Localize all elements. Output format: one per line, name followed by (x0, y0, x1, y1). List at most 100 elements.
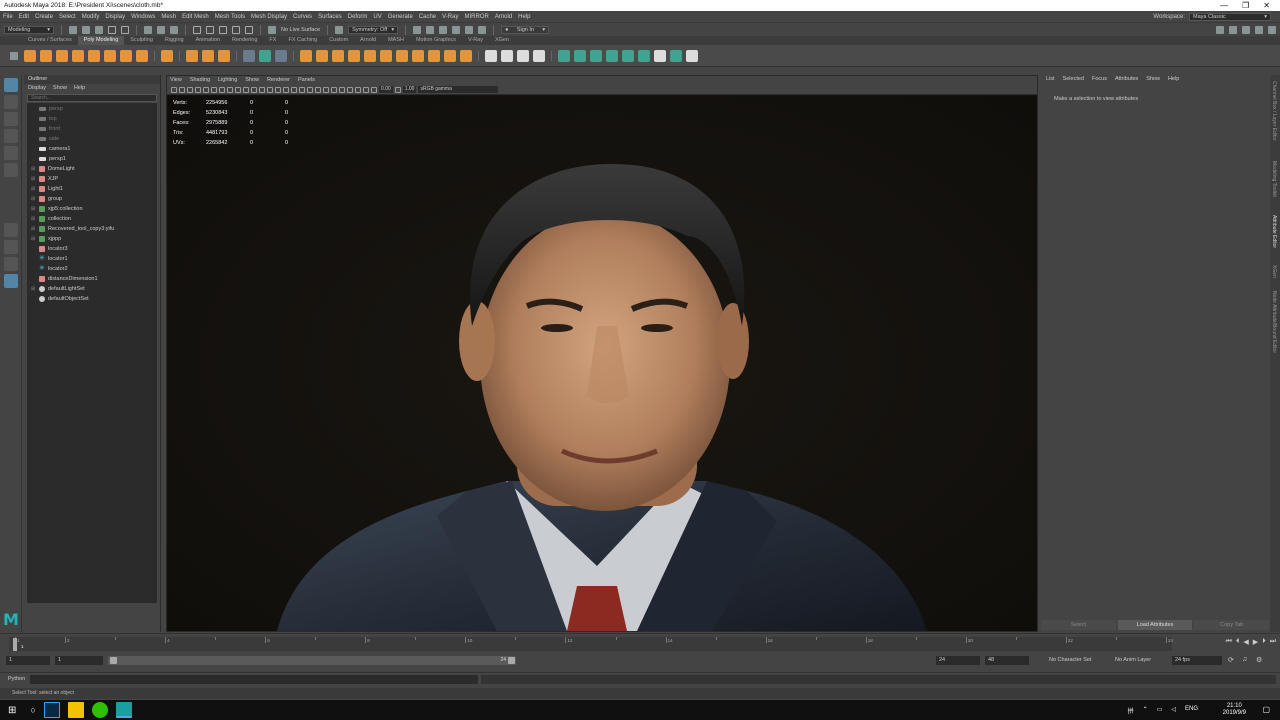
minimize-button[interactable]: — (1220, 1, 1228, 10)
notification-icon[interactable]: ▢ (1262, 705, 1270, 714)
shelf-tab-fx[interactable]: FX (263, 36, 282, 45)
outliner-item[interactable]: ⊞ Recovered_tool_copy3:yifu (27, 224, 157, 234)
outliner-item[interactable]: ⊞ XJP (27, 174, 157, 184)
gamma-field[interactable]: 1.00 (402, 86, 417, 93)
end-time-field[interactable]: 48 (985, 656, 1029, 665)
side-tab-modeling-toolkit[interactable]: Modeling Toolkit (1271, 161, 1277, 197)
network-icon[interactable]: ▭ (1157, 706, 1163, 715)
smooth-shade-icon[interactable] (267, 86, 273, 93)
redo-icon[interactable] (121, 25, 129, 34)
outliner-item[interactable]: ⊞ DomeLight (27, 164, 157, 174)
poly-cube-icon[interactable] (40, 49, 52, 62)
collapse-icon[interactable] (460, 49, 472, 62)
character-set-dropdown[interactable]: No Character Set (1046, 656, 1110, 665)
command-input[interactable] (30, 675, 478, 684)
select-hierarchy-icon[interactable] (144, 25, 152, 34)
current-frame-marker[interactable] (13, 638, 17, 651)
rotate-tool-icon[interactable] (4, 146, 18, 160)
side-tab-channel-box[interactable]: Channel Box / Layer Editor (1271, 81, 1277, 141)
ipr-render-icon[interactable] (426, 25, 435, 34)
uv-planar-icon[interactable] (558, 49, 570, 62)
outliner-item[interactable]: ⊞ defaultLightSet (27, 284, 157, 294)
poly-disc-icon[interactable] (120, 49, 132, 62)
smooth-icon[interactable] (259, 49, 271, 62)
fps-dropdown[interactable]: 24 fps (1172, 656, 1222, 665)
exposure-field[interactable]: 0.00 (379, 86, 393, 93)
shelf-menu-icon[interactable] (10, 51, 18, 60)
tray-overflow-icon[interactable]: ⌃ (1143, 706, 1148, 715)
reduce-icon[interactable] (275, 49, 287, 62)
outliner-item[interactable]: persp (27, 104, 157, 114)
select-button[interactable]: Select (1041, 620, 1116, 630)
shelf-tab-motion-graphics[interactable]: Motion Graphics (410, 36, 462, 45)
volume-icon[interactable]: ◁ (1171, 706, 1176, 715)
shelf-tab-xgen[interactable]: XGen (489, 36, 515, 45)
menu-uv[interactable]: UV (373, 14, 381, 20)
outliner-item[interactable]: front (27, 124, 157, 134)
edge-loop-icon[interactable] (501, 49, 513, 62)
outliner-item[interactable]: ⊞ xjppp (27, 234, 157, 244)
play-forwards-icon[interactable]: ▶ (1253, 638, 1258, 646)
expand-icon[interactable]: ⊞ (31, 286, 36, 292)
new-scene-icon[interactable] (69, 25, 77, 34)
expand-icon[interactable]: ⊞ (31, 216, 36, 222)
save-scene-icon[interactable] (95, 25, 103, 34)
hypershade-icon[interactable] (452, 25, 461, 34)
shelf-tab-rigging[interactable]: Rigging (159, 36, 190, 45)
shelf-tab-mash[interactable]: MASH (382, 36, 410, 45)
sign-in-dropdown[interactable]: ● Sign In ▾ (501, 25, 550, 34)
target-weld-icon[interactable] (533, 49, 545, 62)
attr-menu-selected[interactable]: Selected (1063, 75, 1084, 84)
menu-edit[interactable]: Edit (19, 14, 29, 20)
uv-spherical-icon[interactable] (606, 49, 618, 62)
poly-torus-icon[interactable] (88, 49, 100, 62)
make-live-icon[interactable] (268, 25, 276, 34)
poly-plane-icon[interactable] (104, 49, 116, 62)
open-scene-icon[interactable] (82, 25, 90, 34)
play-backwards-icon[interactable]: ◀ (1243, 638, 1248, 646)
outliner-item[interactable]: ✳ locator1 (27, 254, 157, 264)
bevel-icon[interactable] (396, 49, 408, 62)
select-tool-icon[interactable] (4, 78, 18, 92)
shelf-tab-arnold[interactable]: Arnold (354, 36, 382, 45)
isolate-select-icon[interactable] (339, 86, 345, 93)
viewport-panel[interactable]: View Shading Lighting Show Renderer Panels (166, 75, 1038, 632)
command-language-label[interactable]: Python (8, 676, 25, 682)
xray-joints-icon[interactable] (355, 86, 361, 93)
poly-cone-icon[interactable] (72, 49, 84, 62)
wireframe-on-shaded-icon[interactable] (275, 86, 281, 93)
outliner-item[interactable]: locator3 (27, 244, 157, 254)
sweep-mesh-icon[interactable] (186, 49, 198, 62)
motion-blur-icon[interactable] (315, 86, 321, 93)
bridge-icon[interactable] (364, 49, 376, 62)
menu-create[interactable]: Create (35, 14, 53, 20)
extrude-icon[interactable] (380, 49, 392, 62)
uv-layout-icon[interactable] (622, 49, 634, 62)
shelf-tab-rendering[interactable]: Rendering (226, 36, 263, 45)
time-slider[interactable]: 1 2 4 6 8 10 12 14 16 18 20 22 24 1 ⏮ ⏴ ◀ ▶ ⏵ ⏭ (0, 633, 1280, 652)
outliner-item[interactable]: distanceDimension1 (27, 274, 157, 284)
four-view-layout-icon[interactable] (4, 240, 18, 254)
render-frame-icon[interactable] (413, 25, 422, 34)
animation-preferences-icon[interactable]: ⚙ (1256, 656, 1262, 664)
snap-curve-icon[interactable] (206, 25, 214, 34)
menu-curves[interactable]: Curves (293, 14, 312, 20)
textured-icon[interactable] (283, 86, 289, 93)
camera-attributes-icon[interactable] (179, 86, 185, 93)
tool-settings-icon[interactable] (1255, 25, 1263, 34)
mirror-icon[interactable] (243, 49, 255, 62)
go-to-end-icon[interactable]: ⏭ (1270, 638, 1276, 646)
menu-arnold[interactable]: Arnold (495, 14, 512, 20)
outliner-search-input[interactable]: Search... (27, 94, 157, 102)
outliner-menu-show[interactable]: Show (53, 84, 67, 93)
render-settings-icon[interactable] (439, 25, 448, 34)
viewport-menu-shading[interactable]: Shading (190, 76, 210, 85)
shelf-tab-v-ray[interactable]: V-Ray (462, 36, 489, 45)
outliner-item[interactable]: persp1 (27, 154, 157, 164)
quad-draw-icon[interactable] (517, 49, 529, 62)
copy-tab-button[interactable]: Copy Tab (1194, 620, 1270, 630)
menu-modify[interactable]: Modify (82, 14, 100, 20)
single-perspective-layout-icon[interactable] (4, 223, 18, 237)
anim-layer-dropdown[interactable]: No Anim Layer (1112, 656, 1170, 665)
outliner-item[interactable]: ⊞ xjp5:collection (27, 204, 157, 214)
